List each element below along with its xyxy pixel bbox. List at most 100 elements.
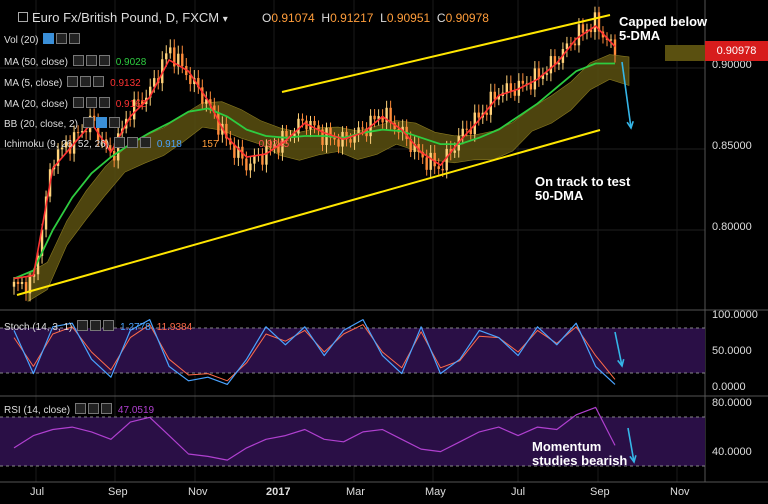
indicator-ma20[interactable]: MA (20, close) 0.9162 (4, 97, 146, 110)
ohlc-open-value: 0.91074 (271, 11, 315, 25)
candle-body (249, 163, 252, 171)
close-icon[interactable] (100, 403, 112, 414)
ohlc-open-key: O (262, 11, 272, 25)
eye-icon[interactable] (90, 320, 102, 331)
candle-body (529, 83, 533, 90)
indicator-label: MA (5, close) (4, 78, 63, 89)
candle-body (441, 168, 444, 171)
candle-body (533, 68, 537, 90)
candle-body (261, 154, 264, 165)
settings-icon[interactable] (67, 76, 79, 87)
settings-icon[interactable] (72, 55, 84, 66)
x-tick-label: Jul (511, 486, 526, 498)
annotation-line: 50-DMA (535, 188, 584, 203)
candle-body (437, 166, 440, 169)
candle-body (12, 281, 16, 287)
x-tick-label: 2017 (266, 486, 291, 498)
candle-body (485, 112, 488, 115)
candle-body (521, 80, 525, 84)
candle-body (245, 158, 248, 171)
eye-icon[interactable] (80, 76, 92, 87)
close-icon[interactable] (93, 76, 105, 87)
candle-body (181, 53, 184, 67)
annotation-line: studies bearish (532, 453, 628, 468)
stoch-y-tick: 100.0000 (712, 309, 758, 321)
ohlc-close-value: 0.90978 (445, 11, 489, 25)
symbol-title: Euro Fx/British Pound, D, FXCM (32, 10, 220, 25)
chevron-down-icon[interactable]: ▾ (223, 14, 228, 25)
x-tick-label: Sep (590, 486, 610, 498)
settings-icon[interactable] (113, 137, 125, 148)
cloud-end-marker (665, 45, 705, 61)
indicator-value-3: 0.9245 (258, 139, 290, 150)
stoch-band (0, 328, 705, 373)
ohlc-close-key: C (436, 11, 446, 25)
eye-icon[interactable] (95, 117, 107, 128)
indicator-vol[interactable]: Vol (20) (4, 33, 81, 46)
x-tick-label: Sep (108, 486, 128, 498)
stoch-y-tick: 50.0000 (712, 345, 752, 357)
y-tick-label: 0.80000 (712, 221, 752, 233)
chart-root: { "header": { "title": "Euro Fx/British … (0, 0, 768, 504)
indicator-ma5[interactable]: MA (5, close) 0.9132 (4, 76, 141, 89)
indicator-label: MA (20, close) (4, 99, 68, 110)
indicator-rsi[interactable]: RSI (14, close) 47.0519 (4, 403, 154, 416)
candle-body (301, 118, 304, 121)
close-icon[interactable] (69, 33, 81, 44)
indicator-ichimoku[interactable]: Ichimoku (9, 26, 52, 26) 0.918 157 0.9245 (4, 137, 289, 150)
close-icon[interactable] (108, 117, 120, 128)
ohlc-low-value: 0.90951 (386, 11, 431, 25)
annotation-line: Capped below (619, 14, 708, 29)
candle-body (461, 128, 464, 137)
eye-icon[interactable] (85, 55, 97, 66)
indicator-ma50[interactable]: MA (50, close) 0.9028 (4, 55, 146, 68)
rsi-y-tick: 40.0000 (712, 446, 752, 458)
settings-icon[interactable] (74, 403, 86, 414)
chart-title[interactable]: Euro Fx/British Pound, D, FXCM ▾ (18, 10, 228, 25)
indicator-value: 0.918 (156, 139, 182, 150)
indicator-stoch[interactable]: Stoch (14, 3, 1) 1.2778 11.9384 (4, 320, 192, 333)
x-tick-label: Nov (188, 486, 208, 498)
eye-icon[interactable] (87, 403, 99, 414)
settings-icon[interactable] (82, 117, 94, 128)
candle-body (425, 157, 428, 170)
candle-body (389, 107, 392, 123)
settings-icon[interactable] (72, 97, 84, 108)
indicator-label: Vol (20) (4, 35, 39, 46)
annotation-on-track: On track to test 50-DMA (535, 175, 630, 203)
x-tick-label: Mar (346, 486, 365, 498)
candle-body (465, 128, 468, 130)
candle-body (285, 130, 288, 137)
indicator-label: RSI (14, close) (4, 405, 71, 416)
x-tick-label: May (425, 486, 446, 498)
candle-body (549, 56, 553, 74)
candle-body (333, 137, 336, 140)
candle-body (505, 83, 509, 93)
eye-icon[interactable] (85, 97, 97, 108)
candle-body (545, 73, 549, 75)
close-icon[interactable] (103, 320, 115, 331)
collapse-icon[interactable] (18, 12, 28, 22)
eye-icon[interactable] (56, 33, 68, 44)
annotation-capped: Capped below 5-DMA (619, 15, 707, 43)
indicator-label: MA (50, close) (4, 57, 68, 68)
candle-body (165, 53, 168, 60)
close-icon[interactable] (98, 97, 110, 108)
candle-body (76, 132, 80, 134)
ohlc-high-key: H (321, 11, 331, 25)
annotation-momentum: Momentum studies bearish (532, 440, 627, 468)
candle-body (429, 152, 432, 170)
indicator-bb[interactable]: BB (20, close, 2) (4, 117, 120, 130)
rsi-value: 47.0519 (117, 405, 155, 416)
stoch-k-value: 1.2778 (120, 322, 151, 333)
eye-icon[interactable] (126, 137, 138, 148)
candle-body (433, 152, 436, 167)
candle-body (593, 12, 597, 33)
indicator-value: 0.9162 (115, 99, 147, 110)
indicator-label: Stoch (14, 3, 1) (4, 322, 73, 333)
close-icon[interactable] (139, 137, 151, 148)
settings-icon[interactable] (77, 320, 89, 331)
candle-body (453, 150, 456, 153)
settings-icon[interactable] (43, 33, 55, 44)
close-icon[interactable] (98, 55, 110, 66)
